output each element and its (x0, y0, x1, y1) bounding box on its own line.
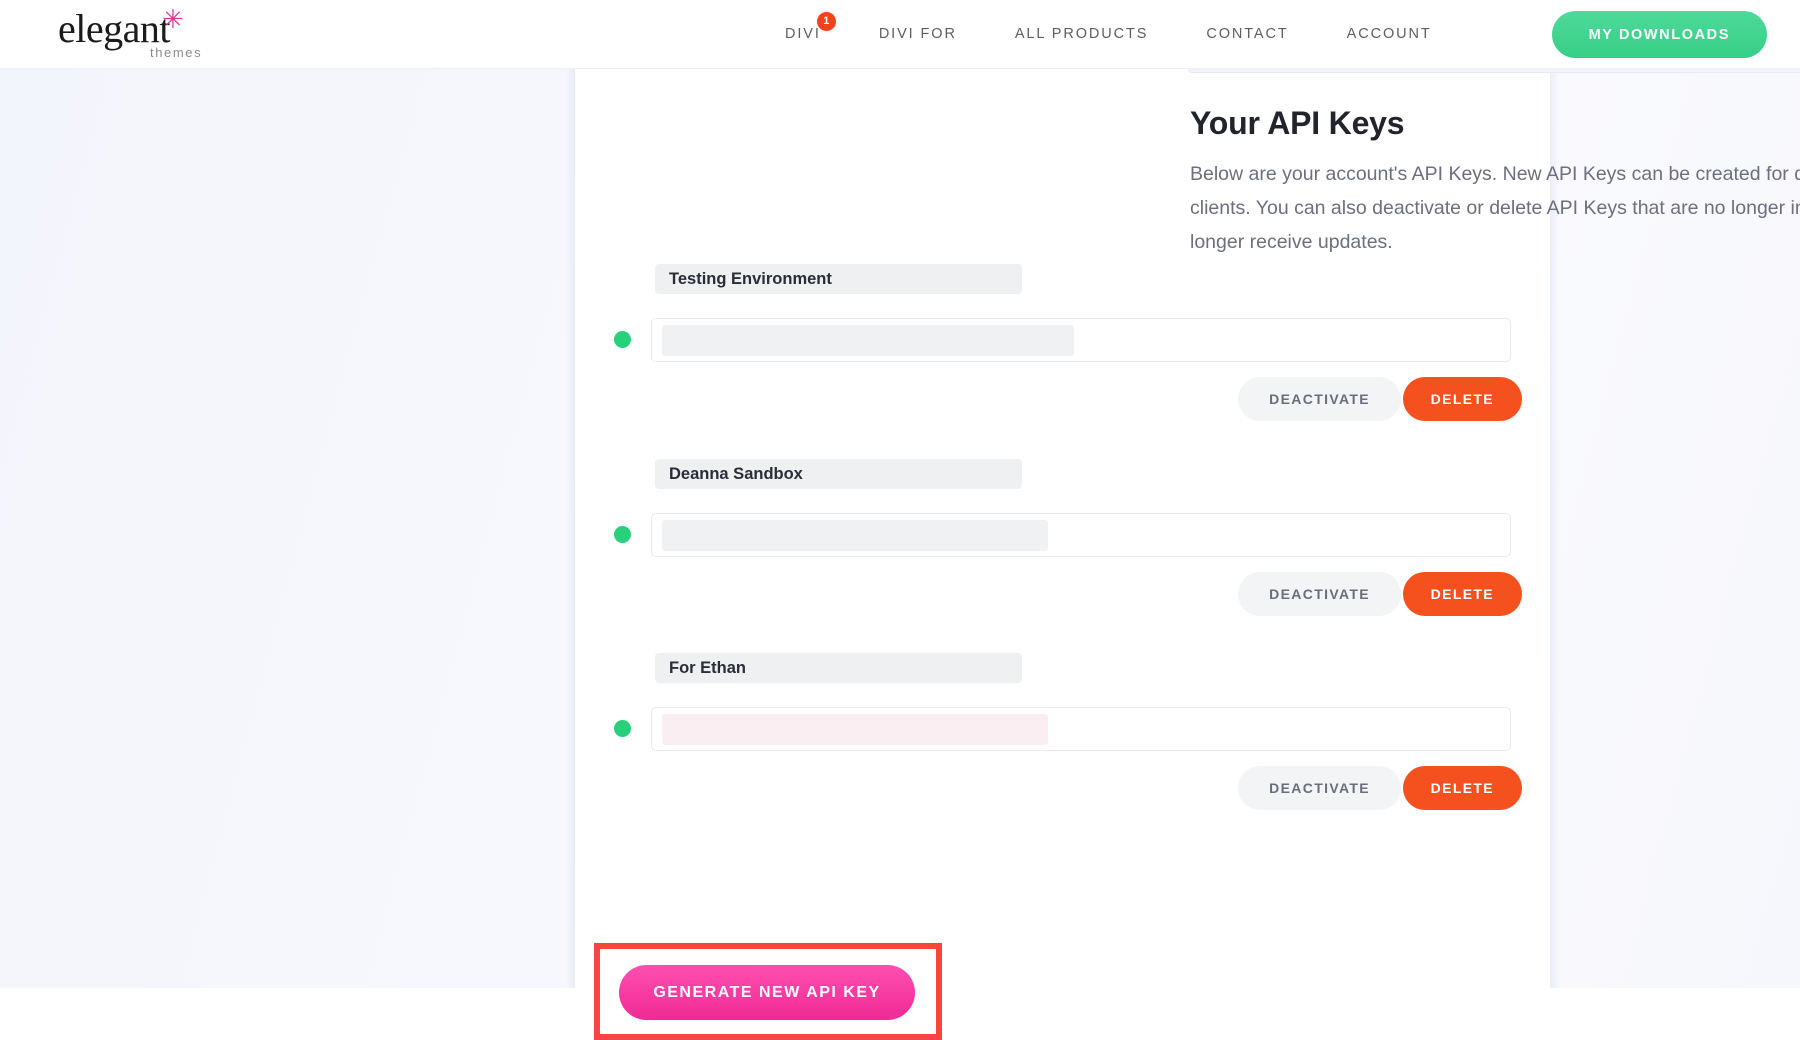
api-key-value-field[interactable] (651, 318, 1511, 362)
deactivate-button[interactable]: DEACTIVATE (1238, 572, 1401, 616)
api-key-redacted-value (662, 714, 1048, 745)
api-key-actions: DEACTIVATE DELETE (575, 377, 1550, 421)
deactivate-button[interactable]: DEACTIVATE (1238, 766, 1401, 810)
delete-button[interactable]: DELETE (1403, 377, 1522, 421)
api-key-actions: DEACTIVATE DELETE (575, 766, 1550, 810)
api-key-redacted-value (662, 325, 1074, 356)
nav-item-divi-label: DIVI (785, 26, 821, 42)
api-key-name-field[interactable]: For Ethan (655, 653, 1022, 683)
api-key-name-field[interactable]: Deanna Sandbox (655, 459, 1022, 489)
page-description: Below are your account's API Keys. New A… (1190, 157, 1800, 259)
status-indicator-active-icon (614, 720, 631, 737)
nav-item-contact[interactable]: CONTACT (1177, 0, 1317, 69)
delete-button[interactable]: DELETE (1403, 766, 1522, 810)
divi-notification-badge: 1 (817, 12, 836, 31)
nav-item-divi[interactable]: DIVI 1 (756, 0, 850, 69)
api-key-name-field[interactable]: Testing Environment (655, 264, 1022, 294)
status-indicator-active-icon (614, 526, 631, 543)
nav-item-account[interactable]: ACCOUNT (1318, 0, 1461, 69)
page-body: Your API Keys Below are your account's A… (0, 69, 1800, 988)
page-title: Your API Keys (1190, 105, 1404, 142)
logo-subtitle: themes (150, 45, 202, 60)
api-key-value-field[interactable] (651, 513, 1511, 557)
site-header: elegant ✳ themes DIVI 1 DIVI FOR ALL PRO… (0, 0, 1800, 69)
delete-button[interactable]: DELETE (1403, 572, 1522, 616)
api-keys-content-card: Your API Keys Below are your account's A… (575, 69, 1550, 988)
nav-item-all-products[interactable]: ALL PRODUCTS (986, 0, 1177, 69)
generate-new-api-key-button[interactable]: GENERATE NEW API KEY (619, 965, 915, 1020)
deactivate-button[interactable]: DEACTIVATE (1238, 377, 1401, 421)
api-key-redacted-value (662, 520, 1048, 551)
my-downloads-button[interactable]: MY DOWNLOADS (1552, 11, 1767, 58)
api-key-actions: DEACTIVATE DELETE (575, 572, 1550, 616)
nav-item-divi-for[interactable]: DIVI FOR (850, 0, 986, 69)
asterisk-icon: ✳ (162, 7, 184, 33)
site-logo[interactable]: elegant ✳ themes (58, 9, 258, 61)
api-key-value-field[interactable] (651, 707, 1511, 751)
status-indicator-active-icon (614, 331, 631, 348)
main-navigation: DIVI 1 DIVI FOR ALL PRODUCTS CONTACT ACC… (756, 0, 1461, 69)
